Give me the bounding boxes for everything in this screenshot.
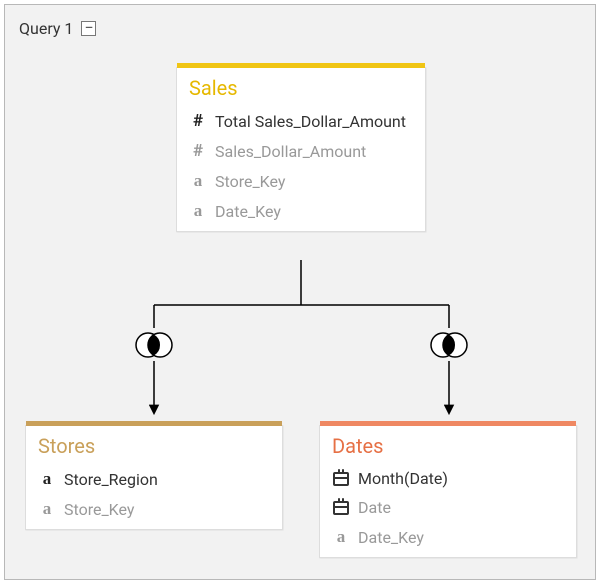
query-label: Query 1 [19, 19, 73, 38]
text-type-icon: a [38, 499, 56, 519]
hash-icon: # [189, 141, 207, 161]
table-stores[interactable]: Stores a Store_Region a Store_Key [25, 425, 283, 530]
field-label: Month(Date) [358, 469, 448, 488]
table-accent-bar [26, 421, 282, 426]
field-label: Store_Key [215, 172, 285, 191]
calendar-icon [332, 501, 350, 515]
field-label: Date_Key [358, 528, 424, 547]
join-icon-left[interactable] [136, 333, 172, 357]
field-label: Store_Key [64, 500, 134, 519]
join-icon-right[interactable] [431, 333, 467, 357]
field-row[interactable]: a Store_Key [26, 494, 282, 529]
field-row[interactable]: Date [320, 493, 576, 522]
query-canvas[interactable]: Query 1 − [4, 4, 596, 580]
table-accent-bar [320, 421, 576, 426]
field-label: Total Sales_Dollar_Amount [215, 112, 406, 131]
field-row[interactable]: a Store_Key [177, 166, 425, 196]
text-type-icon: a [332, 527, 350, 547]
table-title-dates: Dates [320, 426, 576, 464]
text-type-icon: a [189, 201, 207, 221]
text-type-icon: a [38, 469, 56, 489]
table-title-stores: Stores [26, 426, 282, 464]
hash-icon: # [189, 111, 207, 131]
field-row[interactable]: a Date_Key [177, 196, 425, 231]
field-label: Store_Region [64, 470, 158, 489]
calendar-icon [332, 472, 350, 486]
field-label: Date_Key [215, 202, 281, 221]
table-sales[interactable]: Sales # Total Sales_Dollar_Amount # Sale… [176, 67, 426, 232]
field-label: Sales_Dollar_Amount [215, 142, 366, 161]
field-row[interactable]: Month(Date) [320, 464, 576, 493]
collapse-toggle[interactable]: − [81, 21, 96, 36]
minus-icon: − [84, 20, 93, 36]
field-row[interactable]: a Store_Region [26, 464, 282, 494]
query-header: Query 1 − [19, 19, 96, 38]
field-row[interactable]: # Sales_Dollar_Amount [177, 136, 425, 166]
text-type-icon: a [189, 171, 207, 191]
table-accent-bar [177, 63, 425, 68]
table-title-sales: Sales [177, 68, 425, 106]
field-row[interactable]: # Total Sales_Dollar_Amount [177, 106, 425, 136]
field-label: Date [358, 498, 391, 517]
field-row[interactable]: a Date_Key [320, 522, 576, 557]
table-dates[interactable]: Dates Month(Date) Date a Date_Key [319, 425, 577, 558]
